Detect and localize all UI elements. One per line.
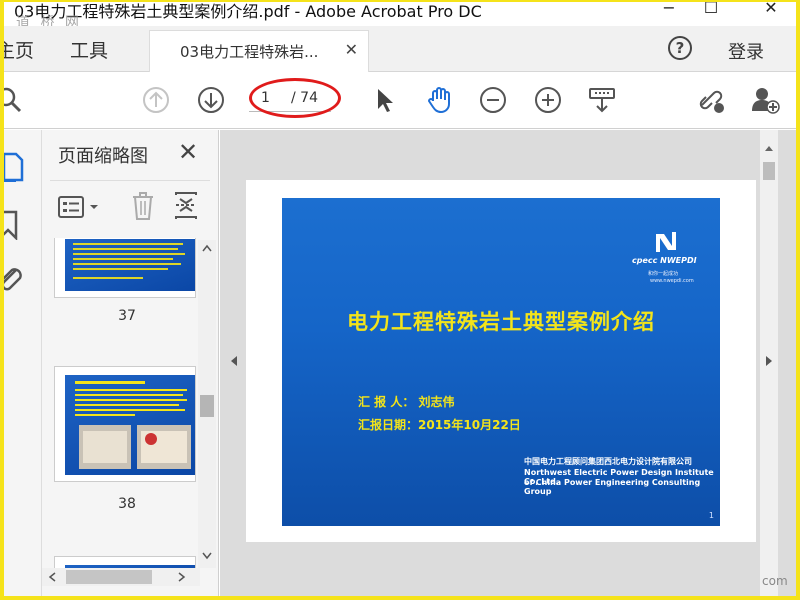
thumbnail-list[interactable]: 37 38 (42, 238, 200, 568)
tab-document[interactable]: 03电力工程特殊岩... ✕ (149, 30, 369, 72)
slide-company-en-2: of China Power Engineering Consulting Gr… (524, 478, 701, 496)
slide-title: 电力工程特殊岩土典型案例介绍 (347, 310, 655, 334)
main-toolbar: 1 / 74 (4, 73, 796, 129)
delete-page-icon[interactable] (130, 191, 156, 221)
scroll-up-arrow-icon[interactable] (202, 244, 212, 252)
bookmark-icon[interactable] (0, 210, 20, 240)
logo-slogan: 和你一起成功 (648, 271, 679, 277)
close-window-button[interactable]: ✕ (756, 2, 786, 17)
collapse-left-arrow-icon[interactable] (230, 355, 238, 367)
logo-brand: cpecc NWEPDI (632, 256, 697, 265)
page-display-icon[interactable] (587, 85, 617, 115)
previous-page-icon[interactable] (141, 85, 171, 115)
panel-title: 页面缩略图 (58, 146, 148, 167)
extract-page-icon[interactable] (174, 191, 200, 221)
document-scrollbar-thumb[interactable] (763, 162, 775, 180)
search-icon[interactable] (0, 85, 26, 115)
document-view[interactable]: cpecc NWEPDI 和你一起成功 www.nwepdi.com 电力工程特… (220, 130, 796, 596)
tab-tools[interactable]: 工具 (70, 36, 108, 63)
login-button[interactable]: 登录 (728, 38, 764, 64)
tab-home[interactable]: 主页 (4, 36, 34, 63)
screen-frame: 03电力工程特殊岩土典型案例介绍.pdf - Adobe Acrobat Pro… (0, 0, 800, 600)
add-user-icon[interactable] (750, 85, 780, 115)
thumbnail-page-label: 38 (118, 496, 136, 512)
thumbnail-text-lines (73, 243, 185, 279)
tab-bar: 主页 工具 03电力工程特殊岩... ✕ ? 登录 (4, 26, 796, 72)
thumbnail-options-icon[interactable] (58, 195, 102, 219)
hand-tool-icon[interactable] (424, 85, 454, 115)
document-scrollbar[interactable] (760, 130, 778, 596)
thumbnail-image (65, 375, 195, 475)
thumbnail-page-39[interactable] (54, 556, 196, 568)
slide-reporter: 汇 报 人： 刘志伟 (358, 395, 455, 409)
scroll-left-arrow-icon[interactable] (48, 572, 56, 582)
title-slide: cpecc NWEPDI 和你一起成功 www.nwepdi.com 电力工程特… (282, 198, 720, 526)
next-page-icon[interactable] (196, 85, 226, 115)
logo-url: www.nwepdi.com (650, 278, 694, 284)
document-tab-label: 03电力工程特殊岩... (180, 43, 319, 61)
help-icon[interactable]: ? (668, 36, 692, 60)
slide-date: 汇报日期：2015年10月22日 (358, 418, 521, 432)
thumbnail-page-38[interactable] (54, 366, 196, 482)
thumbnail-image (65, 239, 195, 291)
thumbnail-content (75, 381, 191, 469)
slide-page-number: 1 (708, 511, 714, 520)
window-titlebar: 03电力工程特殊岩土典型案例介绍.pdf - Adobe Acrobat Pro… (4, 2, 796, 24)
scroll-down-arrow-icon[interactable] (202, 552, 212, 560)
collapse-right-arrow-icon[interactable] (765, 355, 773, 367)
share-link-icon[interactable] (696, 85, 726, 115)
attachment-icon[interactable] (0, 264, 24, 292)
left-tool-rail (4, 130, 42, 596)
pdf-page: cpecc NWEPDI 和你一起成功 www.nwepdi.com 电力工程特… (246, 180, 756, 542)
close-icon[interactable]: ✕ (345, 40, 358, 59)
thumbnail-scrollbar[interactable] (198, 240, 216, 568)
scroll-right-arrow-icon[interactable] (178, 572, 186, 582)
thumbnail-hscrollbar-thumb[interactable] (66, 570, 152, 584)
panel-toolbar (50, 180, 210, 224)
close-panel-icon[interactable]: ✕ (178, 138, 198, 166)
annotation-ellipse (249, 78, 341, 118)
select-cursor-icon[interactable] (370, 85, 400, 115)
page-thumbnails-icon[interactable] (0, 152, 24, 182)
maximize-button[interactable]: ☐ (696, 2, 726, 17)
slide-company-cn: 中国电力工程顾问集团西北电力设计院有限公司 (524, 457, 692, 466)
thumbnail-hscrollbar[interactable] (42, 568, 200, 586)
thumbnail-panel: 页面缩略图 ✕ 37 38 (42, 130, 219, 596)
doc-scroll-up-arrow-icon[interactable] (764, 144, 774, 152)
zoom-in-icon[interactable] (533, 85, 563, 115)
thumbnail-scrollbar-thumb[interactable] (200, 395, 214, 417)
minimize-button[interactable]: − (654, 2, 684, 17)
thumbnail-page-label: 37 (118, 308, 136, 324)
window-title: 03电力工程特殊岩土典型案例介绍.pdf - Adobe Acrobat Pro… (14, 2, 482, 21)
company-logo-icon (656, 232, 676, 252)
corner-watermark: com (762, 574, 788, 588)
thumbnail-page-37[interactable] (54, 238, 196, 298)
zoom-out-icon[interactable] (478, 85, 508, 115)
